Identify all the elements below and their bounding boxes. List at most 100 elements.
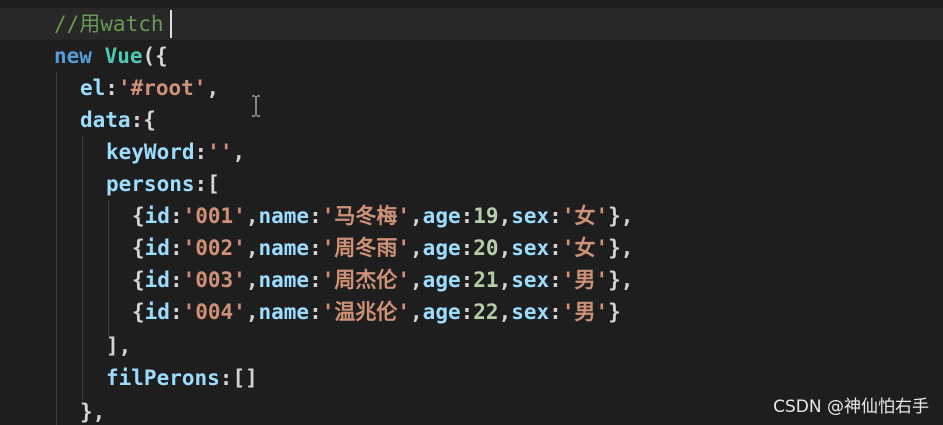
code-line-13[interactable]: }, [80, 396, 105, 425]
code-line-6[interactable]: persons:[ [106, 168, 220, 200]
code-token: , [245, 268, 259, 292]
code-editor[interactable]: //用watch new Vue({ el:'#root', data:{ ke… [0, 0, 943, 425]
code-token: : [460, 300, 474, 324]
code-token: name [258, 204, 310, 228]
code-token: id [144, 268, 170, 292]
code-token: persons [106, 172, 195, 196]
code-token: '马冬梅' [321, 204, 411, 228]
code-token: '周杰伦' [321, 268, 411, 292]
code-token: , [232, 140, 246, 164]
code-token: '男' [561, 300, 609, 324]
code-token: '女' [561, 204, 609, 228]
code-token: keyWord [106, 140, 195, 164]
code-token: : [169, 204, 183, 228]
code-token: : [460, 268, 474, 292]
code-token: age [422, 204, 461, 228]
code-line-4[interactable]: data:{ [80, 104, 156, 136]
code-token: name [258, 268, 310, 292]
code-token: id [144, 300, 170, 324]
code-token: }, [80, 400, 106, 424]
code-token: Vue [104, 44, 143, 68]
code-token: 21 [473, 268, 499, 292]
code-token: id [144, 236, 170, 260]
code-token: '001' [182, 204, 246, 228]
code-token: new [54, 44, 92, 68]
ibeam-cursor-icon [252, 95, 260, 117]
code-token: : [549, 300, 562, 324]
code-token: : [460, 204, 474, 228]
code-token: }, [608, 268, 634, 292]
code-token: data [80, 108, 131, 132]
code-token: : [309, 268, 322, 292]
code-line-8[interactable]: {id:'002',name:'周冬雨',age:20,sex:'女'}, [132, 232, 633, 264]
code-line-5[interactable]: keyWord:'', [106, 136, 245, 168]
code-token: el [80, 76, 106, 100]
code-token: age [422, 300, 461, 324]
code-token: }, [608, 236, 634, 260]
code-token: sex [511, 236, 550, 260]
code-token: 20 [473, 236, 499, 260]
code-token: name [258, 300, 310, 324]
code-token: : [105, 76, 118, 100]
code-token: , [245, 300, 259, 324]
code-token: //用watch [54, 12, 164, 36]
code-token: '003' [182, 268, 246, 292]
code-token: '周冬雨' [321, 236, 411, 260]
code-token: }, [608, 204, 634, 228]
indent-guide [108, 200, 109, 336]
code-token: sex [511, 300, 550, 324]
code-token: filPerons [106, 366, 220, 390]
code-token: id [144, 204, 170, 228]
code-line-2[interactable]: new Vue({ [54, 40, 168, 72]
code-token: { [132, 204, 145, 228]
code-token: { [132, 236, 145, 260]
code-token: } [608, 300, 621, 324]
code-token: : [549, 204, 562, 228]
code-token: , [498, 204, 512, 228]
code-token: , [245, 204, 259, 228]
code-line-10[interactable]: {id:'004',name:'温兆伦',age:22,sex:'男'} [132, 296, 621, 328]
code-token: , [410, 268, 423, 292]
code-token: , [206, 76, 220, 100]
code-token: : [169, 236, 183, 260]
code-token: , [410, 204, 423, 228]
code-token: ], [106, 334, 132, 358]
code-line-7[interactable]: {id:'001',name:'马冬梅',age:19,sex:'女'}, [132, 200, 633, 232]
code-token: : [309, 300, 322, 324]
code-line-9[interactable]: {id:'003',name:'周杰伦',age:21,sex:'男'}, [132, 264, 633, 296]
code-token: 22 [473, 300, 499, 324]
code-token: , [498, 268, 512, 292]
code-token: , [498, 300, 512, 324]
code-token: , [498, 236, 512, 260]
code-line-3[interactable]: el:'#root', [80, 72, 219, 104]
code-token: : [309, 204, 322, 228]
code-token: :[] [219, 366, 258, 390]
code-token: '004' [182, 300, 246, 324]
code-token: sex [511, 268, 550, 292]
csdn-watermark: CSDN @神仙怕右手 [773, 397, 929, 417]
code-token: ({ [142, 44, 168, 68]
indent-guide [56, 72, 57, 425]
code-token: sex [511, 204, 550, 228]
code-token: :[ [194, 172, 220, 196]
code-token: : [549, 268, 562, 292]
code-token: 19 [473, 204, 499, 228]
code-token: , [410, 236, 423, 260]
code-line-11[interactable]: ], [106, 330, 131, 362]
code-line-1[interactable]: //用watch [54, 8, 164, 40]
code-token: '温兆伦' [321, 300, 411, 324]
code-line-12[interactable]: filPerons:[] [106, 362, 258, 394]
code-token: name [258, 236, 310, 260]
code-token: : [460, 236, 474, 260]
code-token: : [309, 236, 322, 260]
code-token: , [410, 300, 423, 324]
code-token: : [194, 140, 208, 164]
code-token: '#root' [117, 76, 207, 100]
code-token: '002' [182, 236, 246, 260]
code-token: age [422, 236, 461, 260]
text-cursor [170, 10, 172, 38]
code-token: '' [207, 140, 233, 164]
code-token: : [549, 236, 562, 260]
code-token: : [169, 268, 183, 292]
